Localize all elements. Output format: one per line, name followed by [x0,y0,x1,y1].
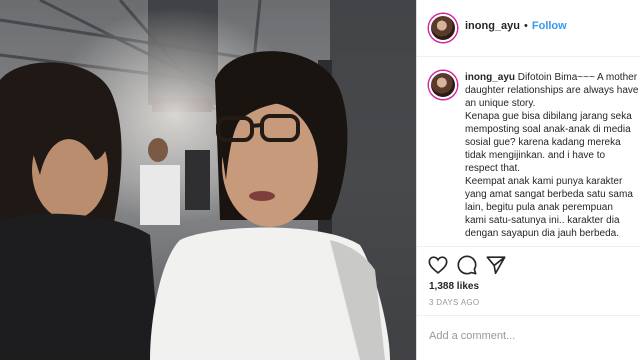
header-username[interactable]: inong_ayu [465,20,520,32]
caption-avatar[interactable] [429,71,457,99]
heart-icon[interactable] [427,254,449,276]
header-row: inong_ayu • Follow [465,20,567,32]
caption-area[interactable]: inong_ayu Difotoin Bima~~~ A mother - da… [417,57,640,245]
caption-line: kami satu-satunya ini.. karakter dia [465,215,620,226]
caption-line: tidak mengijinkan. and i have to [465,150,606,161]
avatar[interactable] [429,14,457,42]
comment-divider [417,315,640,316]
caption-line: sosial gue? karena kadang mereka [465,137,621,148]
separator-dot: • [524,20,528,32]
caption-username[interactable]: inong_ayu [465,72,515,83]
caption-line: Kenapa gue bisa dibilang jarang seka [465,111,632,122]
post-header: inong_ayu • Follow [417,0,640,57]
post-photo[interactable] [0,0,416,360]
caption-line: lain, begitu pula anak perempuan [465,202,613,213]
comment-icon[interactable] [456,254,478,276]
caption-line: respect that. [465,163,521,174]
post-sidebar: inong_ayu • Follow inong_ayu Difotoin Bima… [417,0,640,360]
add-comment-input[interactable]: Add a comment... [429,330,629,342]
likes-count[interactable]: 1,388 likes [429,281,479,292]
caption-first-line: inong_ayu Difotoin Bima~~~ A mother - da… [465,71,640,110]
photo-image [0,0,416,360]
caption: inong_ayu Difotoin Bima~~~ A mother - da… [465,71,640,240]
post-time[interactable]: 3 DAYS AGO [429,298,479,307]
caption-line: yang amat sangat berbeda satu sama [465,189,633,200]
caption-line: dengan sayapun dia jauh berbeda. [465,228,620,239]
caption-line: Keempat anak kami punya karakter [465,176,623,187]
share-icon[interactable] [485,254,507,276]
caption-line: memposting soal anak-anak di media [465,124,631,135]
follow-button[interactable]: Follow [532,20,567,32]
actions-divider [417,246,640,247]
